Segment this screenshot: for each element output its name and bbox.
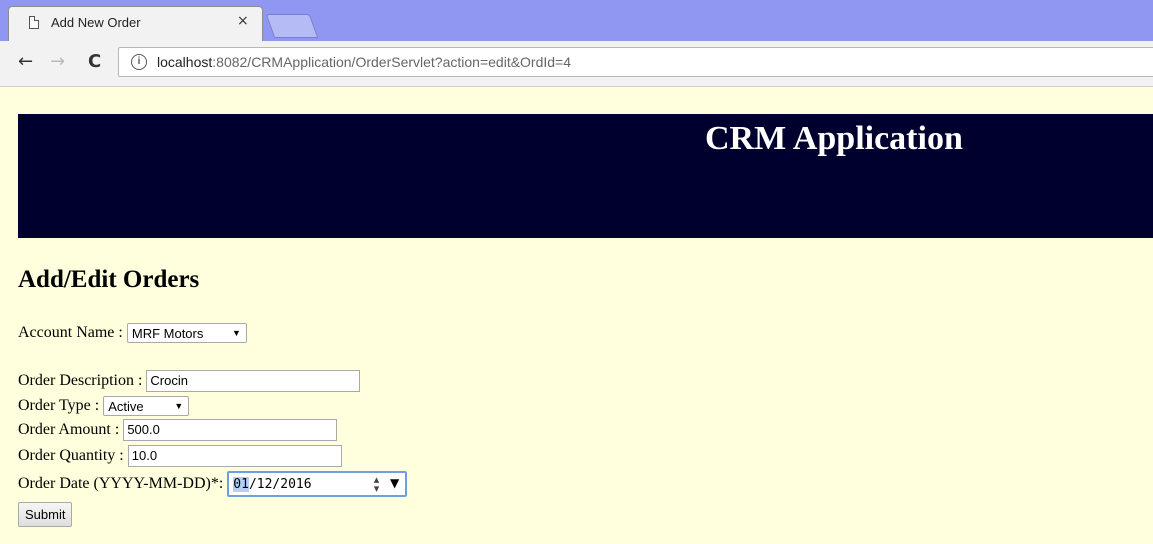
url-path: :8082/CRMApplication/OrderServlet?action…	[212, 54, 572, 70]
page-title: Add/Edit Orders	[18, 266, 200, 293]
info-icon[interactable]: i	[131, 54, 147, 70]
order-amount-row: Order Amount : 500.0	[18, 419, 338, 441]
reload-icon[interactable]: C	[88, 51, 101, 72]
order-description-label: Order Description :	[18, 372, 143, 389]
order-amount-label: Order Amount :	[18, 421, 120, 438]
browser-toolbar: ← → C i localhost:8082/CRMApplication/Or…	[0, 41, 1153, 87]
back-icon[interactable]: ←	[18, 51, 33, 72]
tab-close-icon[interactable]: ×	[237, 13, 249, 29]
browser-tab[interactable]: Add New Order ×	[8, 6, 263, 41]
account-name-row: Account Name : MRF Motors ▼	[18, 323, 247, 343]
app-title: CRM Application	[705, 120, 963, 157]
spinner-icon[interactable]: ▴ ▾	[374, 474, 380, 494]
order-date-label: Order Date (YYYY-MM-DD)*:	[18, 475, 224, 492]
app-banner: CRM Application	[18, 114, 1153, 238]
account-name-value: MRF Motors	[131, 325, 204, 341]
submit-button[interactable]: Submit	[18, 502, 73, 527]
order-description-input[interactable]: Crocin	[146, 370, 361, 392]
address-bar[interactable]: i localhost:8082/CRMApplication/OrderSer…	[118, 47, 1153, 77]
order-date-input[interactable]: 01/12/2016 ▴ ▾ ▼	[227, 471, 408, 497]
order-type-value: Active	[108, 398, 144, 414]
dropdown-arrow-icon: ▼	[231, 328, 241, 338]
order-quantity-row: Order Quantity : 10.0	[18, 445, 342, 467]
order-amount-input[interactable]: 500.0	[123, 419, 338, 441]
url-text: localhost:8082/CRMApplication/OrderServl…	[157, 54, 571, 70]
order-type-row: Order Type : Active ▼	[18, 396, 190, 416]
calendar-dropdown-icon[interactable]: ▼	[390, 476, 399, 490]
account-name-label: Account Name :	[18, 324, 123, 341]
tab-title: Add New Order	[51, 15, 141, 30]
order-type-label: Order Type :	[18, 397, 100, 414]
order-quantity-label: Order Quantity :	[18, 447, 124, 464]
order-quantity-input[interactable]: 10.0	[127, 445, 342, 467]
dropdown-arrow-icon: ▼	[174, 401, 184, 411]
order-date-row: Order Date (YYYY-MM-DD)*: 01/12/2016 ▴ ▾ …	[18, 471, 408, 497]
forward-icon[interactable]: →	[50, 51, 65, 72]
account-name-select[interactable]: MRF Motors ▼	[126, 323, 247, 343]
order-description-row: Order Description : Crocin	[18, 370, 361, 392]
order-type-select[interactable]: Active ▼	[103, 396, 190, 416]
document-icon	[29, 16, 39, 29]
new-tab-button[interactable]	[265, 14, 319, 38]
url-host: localhost	[157, 54, 213, 70]
browser-tabstrip: Add New Order ×	[0, 0, 1153, 41]
date-month-segment[interactable]: 01	[233, 476, 249, 492]
date-rest-segment[interactable]: /12/2016	[249, 477, 312, 492]
